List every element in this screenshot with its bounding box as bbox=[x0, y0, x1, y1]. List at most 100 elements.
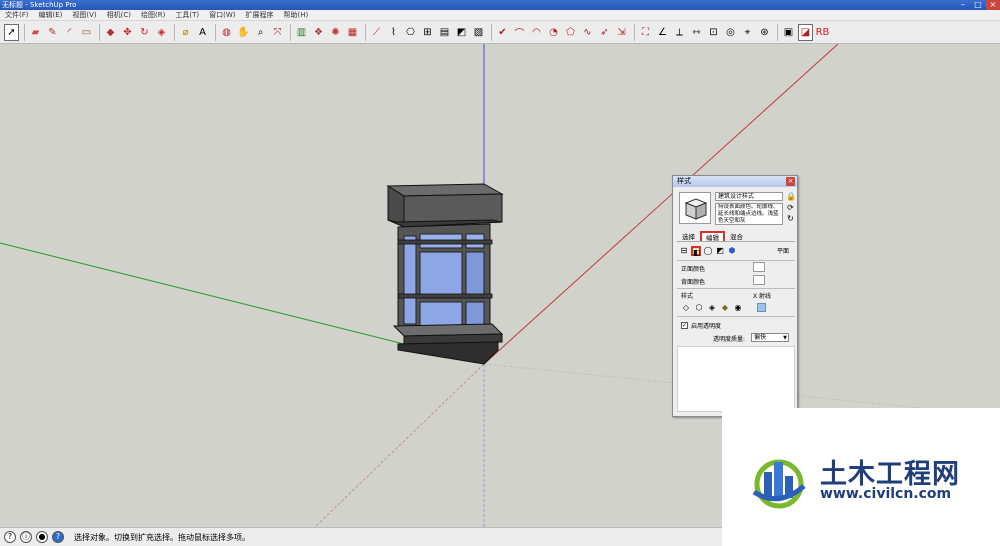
front-color-swatch[interactable] bbox=[753, 262, 765, 272]
warehouse-icon[interactable]: ⛶ bbox=[638, 24, 653, 41]
components-icon[interactable]: ❖ bbox=[311, 24, 326, 41]
minimize-icon[interactable]: – bbox=[956, 0, 970, 10]
menu-bar: 文件(F) 编辑(E) 视图(V) 相机(C) 绘图(R) 工具(T) 窗口(W… bbox=[0, 10, 1000, 21]
quality-value: 偏快 bbox=[754, 334, 767, 341]
watermark-url: www.civilcn.com bbox=[820, 486, 952, 502]
menu-camera[interactable]: 相机(C) bbox=[102, 10, 136, 20]
freehand-icon[interactable]: ∿ bbox=[580, 24, 595, 41]
move-icon[interactable]: ✥ bbox=[120, 24, 135, 41]
walk-icon[interactable]: ◎ bbox=[723, 24, 738, 41]
zoom-extents-icon[interactable]: ⤧ bbox=[270, 24, 285, 41]
select-icon[interactable]: ➚ bbox=[4, 23, 19, 41]
watermark-settings-icon[interactable]: ◩ bbox=[715, 246, 725, 256]
transparency-label: 启用透明度 bbox=[691, 323, 722, 330]
back-color-swatch[interactable] bbox=[753, 275, 765, 285]
edit-category-icons: ⊟ ◧ ◯ ◩ ⬢ 平面 bbox=[679, 245, 795, 257]
menu-window[interactable]: 窗口(W) bbox=[204, 10, 240, 20]
arc2-icon[interactable]: ⌒ bbox=[512, 24, 527, 41]
sandbox-icon[interactable]: ⟋ bbox=[369, 24, 384, 41]
xray-icon[interactable]: ▣ bbox=[781, 24, 796, 41]
style-thumbnail[interactable] bbox=[679, 192, 711, 224]
update-style-icon[interactable]: ⟳ bbox=[786, 203, 795, 212]
title-bar: 无标题 - SketchUp Pro – □ × bbox=[0, 0, 1000, 10]
hidden-line-icon[interactable]: ⬡ bbox=[694, 303, 704, 312]
rectangle-icon[interactable]: ▭ bbox=[79, 24, 94, 41]
section-icon[interactable]: ▥ bbox=[294, 24, 309, 41]
textured-icon[interactable]: ◆ bbox=[720, 303, 730, 312]
chevron-down-icon: ▼ bbox=[783, 335, 787, 341]
wireframe-icon[interactable]: ◇ bbox=[681, 303, 691, 312]
style-description-field[interactable]: 持设表面颜色。轮廓线、延长线和端点边线。浅蓝色天空和灰 bbox=[715, 203, 783, 225]
transparency-checkbox[interactable]: ✓ bbox=[681, 322, 688, 329]
offset-icon[interactable]: ◈ bbox=[154, 24, 169, 41]
push-pull-icon[interactable]: ◆ bbox=[103, 24, 118, 41]
shape-icon[interactable]: ⬠ bbox=[563, 24, 578, 41]
quality-select[interactable]: 偏快 ▼ bbox=[751, 333, 789, 342]
styles-panel-title: 样式 × bbox=[673, 176, 797, 187]
menu-help[interactable]: 帮助(H) bbox=[278, 10, 313, 20]
flip-edge-icon[interactable]: ◩ bbox=[454, 24, 469, 41]
tape-measure-icon[interactable]: ⌀ bbox=[178, 24, 193, 41]
sandbox-scratch-icon[interactable]: ⌇ bbox=[386, 24, 401, 41]
menu-tools[interactable]: 工具(T) bbox=[170, 10, 204, 20]
rotate-icon[interactable]: ↻ bbox=[137, 24, 152, 41]
eraser-icon[interactable]: ▰ bbox=[28, 24, 43, 41]
user-icon[interactable]: ● bbox=[36, 531, 48, 543]
text-icon[interactable]: A bbox=[195, 24, 210, 41]
orbit-icon[interactable]: ◍ bbox=[219, 24, 234, 41]
shaded-icon[interactable]: ◪ bbox=[798, 23, 813, 41]
face-settings-icon[interactable]: ◧ bbox=[691, 246, 701, 257]
help-icon[interactable]: ? bbox=[52, 531, 64, 543]
axes-icon[interactable]: ⟂ bbox=[672, 24, 687, 41]
tab-select[interactable]: 选择 bbox=[677, 231, 700, 241]
dimension-icon[interactable]: ⇿ bbox=[689, 24, 704, 41]
credits-icon[interactable]: ⓘ bbox=[20, 531, 32, 543]
menu-view[interactable]: 视图(V) bbox=[67, 10, 101, 20]
tab-edit[interactable]: 编辑 bbox=[700, 231, 725, 242]
pie-icon[interactable]: ◔ bbox=[546, 24, 561, 41]
panel-divider bbox=[677, 288, 795, 289]
drape-icon[interactable]: ⊞ bbox=[420, 24, 435, 41]
shaded-style-icon[interactable]: ◈ bbox=[707, 303, 717, 312]
materials-icon[interactable]: ✺ bbox=[328, 24, 343, 41]
menu-draw[interactable]: 绘图(R) bbox=[136, 10, 170, 20]
modeling-settings-icon[interactable]: ⬢ bbox=[727, 246, 737, 256]
background-settings-icon[interactable]: ◯ bbox=[703, 246, 713, 256]
monochrome-icon[interactable]: ◉ bbox=[733, 303, 743, 312]
protractor-icon[interactable]: ∠ bbox=[655, 24, 670, 41]
add-detail-icon[interactable]: ▤ bbox=[437, 24, 452, 41]
stamp-icon[interactable]: ⎔ bbox=[403, 24, 418, 41]
tab-mix[interactable]: 混合 bbox=[725, 231, 748, 241]
close-window-icon[interactable]: × bbox=[986, 0, 1000, 10]
edge-settings-icon[interactable]: ⊟ bbox=[679, 246, 689, 256]
pencil-icon[interactable]: ✎ bbox=[45, 24, 60, 41]
status-text: 选择对象。切换到扩充选择。拖动鼠标选择多项。 bbox=[74, 532, 250, 542]
xray-label: X 射线 bbox=[753, 293, 772, 300]
maximize-icon[interactable]: □ bbox=[971, 0, 985, 10]
scale-icon[interactable]: ⇲ bbox=[614, 24, 629, 41]
menu-extensions[interactable]: 扩展程序 bbox=[240, 10, 278, 20]
look-around-icon[interactable]: ⊛ bbox=[757, 24, 772, 41]
styles-tabs: 选择 编辑 混合 bbox=[677, 231, 795, 242]
lock-icon[interactable]: 🔒 bbox=[786, 192, 796, 201]
main-toolbar: ➚ ▰ ✎ ◜ ▭ ◆ ✥ ↻ ◈ ⌀ A ◍ ✋ ⌕ ⤧ ▥ ❖ ✺ ▦ ⟋ … bbox=[0, 21, 1000, 44]
arc3-icon[interactable]: ◠ bbox=[529, 24, 544, 41]
follow-me-icon[interactable]: ➶ bbox=[597, 24, 612, 41]
style-name-field[interactable]: 建筑设计样式 bbox=[715, 192, 783, 201]
ruby-icon[interactable]: RB bbox=[815, 24, 830, 41]
menu-edit[interactable]: 编辑(E) bbox=[34, 10, 68, 20]
styles-icon[interactable]: ▦ bbox=[345, 24, 360, 41]
xray-toggle[interactable] bbox=[757, 303, 766, 312]
pan-icon[interactable]: ✋ bbox=[236, 24, 251, 41]
3d-text-icon[interactable]: ⊡ bbox=[706, 24, 721, 41]
smoove-icon[interactable]: ▧ bbox=[471, 24, 486, 41]
close-icon[interactable]: × bbox=[786, 177, 795, 186]
geo-location-icon[interactable]: ? bbox=[4, 531, 16, 543]
line-icon[interactable]: ✔ bbox=[495, 24, 510, 41]
zoom-icon[interactable]: ⌕ bbox=[253, 24, 268, 41]
position-camera-icon[interactable]: ⌖ bbox=[740, 24, 755, 41]
refresh-icon[interactable]: ↻ bbox=[786, 214, 795, 223]
menu-file[interactable]: 文件(F) bbox=[0, 10, 34, 20]
arc-icon[interactable]: ◜ bbox=[62, 24, 77, 41]
styles-panel-title-text: 样式 bbox=[677, 177, 691, 185]
